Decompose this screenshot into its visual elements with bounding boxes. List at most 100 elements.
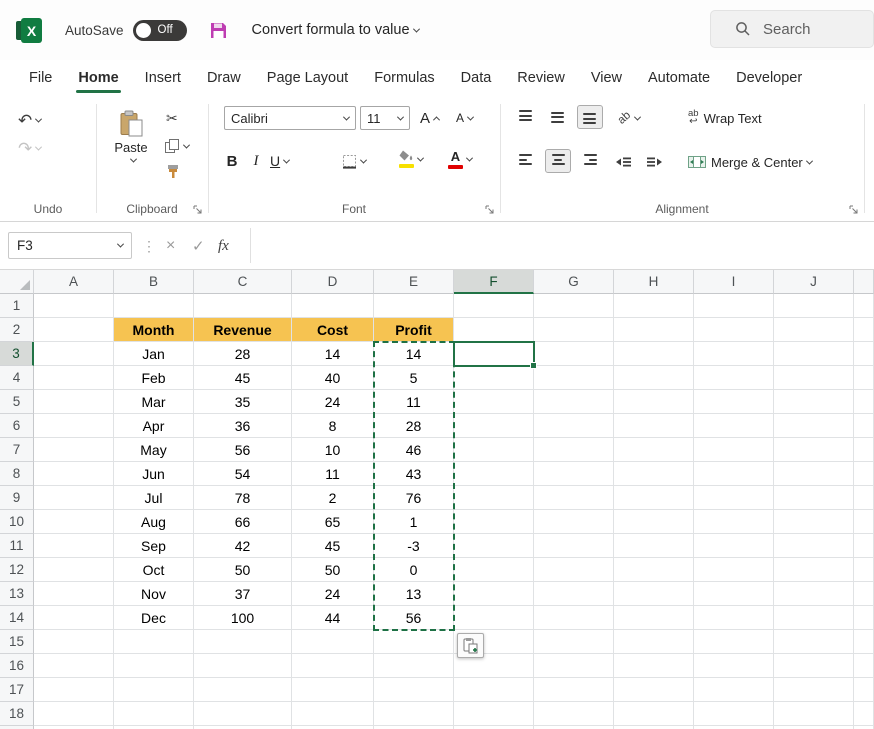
cell[interactable] <box>292 702 374 726</box>
row-header-7[interactable]: 7 <box>0 438 34 462</box>
cell[interactable] <box>292 654 374 678</box>
row-header-13[interactable]: 13 <box>0 582 34 606</box>
wrap-text-button[interactable]: ab↩ Wrap Text <box>688 106 762 130</box>
column-header-c[interactable]: C <box>194 270 292 294</box>
cell[interactable] <box>614 366 694 390</box>
cell[interactable] <box>774 294 854 318</box>
cell[interactable]: 45 <box>194 366 292 390</box>
cell[interactable] <box>454 342 534 366</box>
cell[interactable] <box>374 678 454 702</box>
column-header-b[interactable]: B <box>114 270 194 294</box>
merge-center-button[interactable]: Merge & Center <box>688 150 812 174</box>
cell[interactable] <box>614 462 694 486</box>
menu-tab-developer[interactable]: Developer <box>723 60 815 96</box>
row-header-5[interactable]: 5 <box>0 390 34 414</box>
cell[interactable] <box>694 390 774 414</box>
cell[interactable] <box>114 654 194 678</box>
menu-tab-file[interactable]: File <box>16 60 65 96</box>
menu-tab-draw[interactable]: Draw <box>194 60 254 96</box>
cell[interactable] <box>534 390 614 414</box>
cell[interactable] <box>774 438 854 462</box>
row-header-9[interactable]: 9 <box>0 486 34 510</box>
cell[interactable] <box>774 510 854 534</box>
cell[interactable] <box>614 582 694 606</box>
column-header-g[interactable]: G <box>534 270 614 294</box>
cell[interactable] <box>774 654 854 678</box>
cell[interactable] <box>292 630 374 654</box>
menu-tab-data[interactable]: Data <box>448 60 505 96</box>
cell[interactable] <box>374 630 454 654</box>
cell[interactable] <box>454 702 534 726</box>
row-header-3[interactable]: 3 <box>0 342 34 366</box>
cell[interactable] <box>454 582 534 606</box>
cell[interactable] <box>694 462 774 486</box>
cell[interactable]: 10 <box>292 438 374 462</box>
row-header-12[interactable]: 12 <box>0 558 34 582</box>
cell[interactable] <box>694 414 774 438</box>
menu-tab-home[interactable]: Home <box>65 60 131 96</box>
cell[interactable]: 36 <box>194 414 292 438</box>
cell[interactable]: 14 <box>292 342 374 366</box>
cell[interactable] <box>614 654 694 678</box>
cell[interactable]: 11 <box>374 390 454 414</box>
cell[interactable] <box>614 534 694 558</box>
cut-button[interactable]: ✂ <box>166 108 178 128</box>
cell[interactable]: Oct <box>114 558 194 582</box>
cell[interactable] <box>614 678 694 702</box>
cell[interactable] <box>194 654 292 678</box>
cell[interactable]: Jun <box>114 462 194 486</box>
cell[interactable] <box>114 702 194 726</box>
font-size-select[interactable]: 11 <box>360 106 410 130</box>
insert-function-button[interactable]: fx <box>218 222 229 270</box>
cell[interactable]: 14 <box>374 342 454 366</box>
cell[interactable]: 45 <box>292 534 374 558</box>
cell[interactable] <box>194 678 292 702</box>
cell[interactable] <box>34 390 114 414</box>
menu-tab-review[interactable]: Review <box>504 60 578 96</box>
cell[interactable]: Mar <box>114 390 194 414</box>
cell[interactable] <box>774 702 854 726</box>
cell[interactable] <box>534 462 614 486</box>
row-header-17[interactable]: 17 <box>0 678 34 702</box>
cell[interactable] <box>454 510 534 534</box>
cell[interactable] <box>774 366 854 390</box>
cell[interactable] <box>454 366 534 390</box>
row-header-15[interactable]: 15 <box>0 630 34 654</box>
cell[interactable] <box>774 678 854 702</box>
italic-button[interactable]: I <box>248 148 264 174</box>
cell[interactable] <box>534 582 614 606</box>
cell[interactable]: Nov <box>114 582 194 606</box>
cell[interactable] <box>534 654 614 678</box>
cell[interactable] <box>34 294 114 318</box>
decrease-font-size-button[interactable]: A <box>456 105 473 131</box>
cell[interactable] <box>34 534 114 558</box>
cell[interactable] <box>614 318 694 342</box>
cell[interactable] <box>774 606 854 630</box>
format-painter-button[interactable] <box>166 162 180 182</box>
row-header-11[interactable]: 11 <box>0 534 34 558</box>
formula-input[interactable] <box>250 228 874 263</box>
cell[interactable] <box>614 294 694 318</box>
cell[interactable]: 54 <box>194 462 292 486</box>
row-header-10[interactable]: 10 <box>0 510 34 534</box>
cell[interactable] <box>534 534 614 558</box>
menu-tab-view[interactable]: View <box>578 60 635 96</box>
cell[interactable] <box>34 606 114 630</box>
cell[interactable] <box>534 606 614 630</box>
cell[interactable]: 28 <box>374 414 454 438</box>
cell[interactable] <box>614 558 694 582</box>
align-center-button[interactable] <box>546 150 570 172</box>
cell[interactable] <box>454 318 534 342</box>
column-header-j[interactable]: J <box>774 270 854 294</box>
cell[interactable]: 56 <box>194 438 292 462</box>
cell[interactable]: 8 <box>292 414 374 438</box>
cell[interactable] <box>34 654 114 678</box>
cell[interactable]: 50 <box>194 558 292 582</box>
menu-tab-formulas[interactable]: Formulas <box>361 60 447 96</box>
increase-indent-button[interactable] <box>646 154 662 170</box>
paste-button[interactable]: Paste <box>104 104 158 196</box>
cell[interactable] <box>694 486 774 510</box>
cell[interactable]: 24 <box>292 582 374 606</box>
cell[interactable] <box>694 366 774 390</box>
cell[interactable] <box>374 294 454 318</box>
